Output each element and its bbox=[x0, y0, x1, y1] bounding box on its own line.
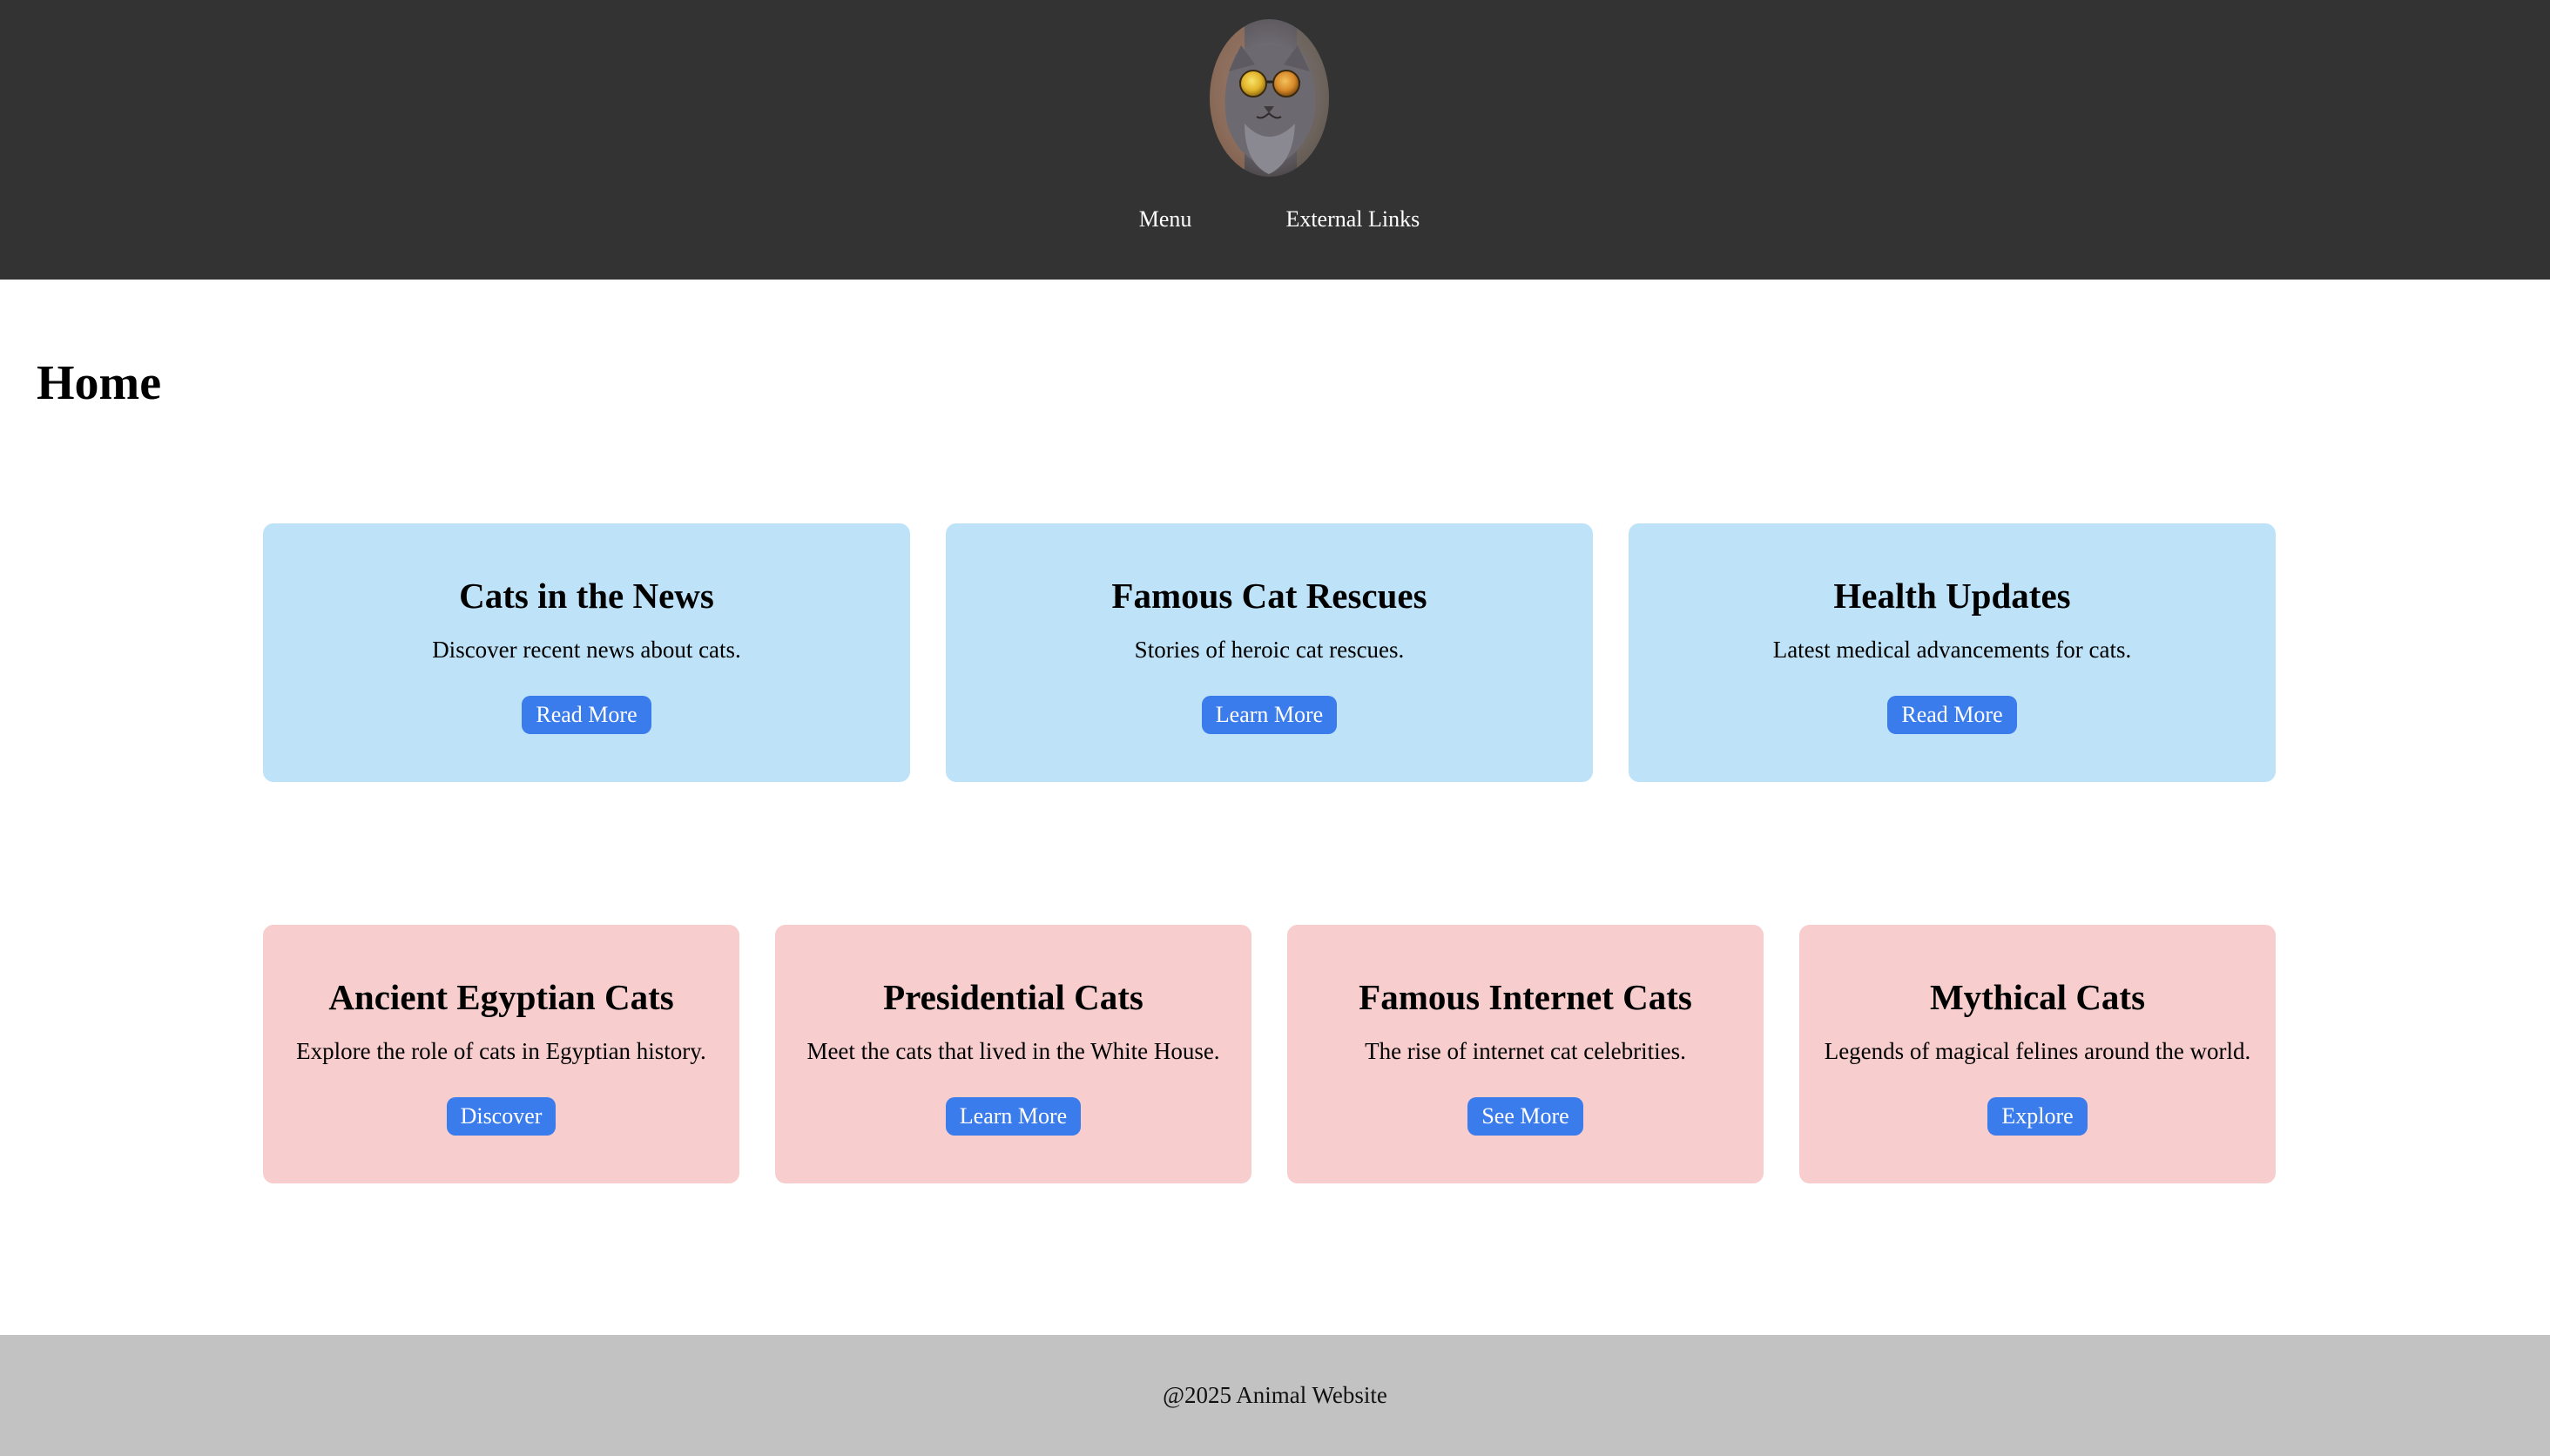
card-title: Famous Internet Cats bbox=[1359, 977, 1692, 1017]
copyright-text: @2025 Animal Website bbox=[1163, 1382, 1387, 1408]
cat-logo-image[interactable] bbox=[1210, 19, 1329, 177]
card-famous-internet-cats: Famous Internet Cats The rise of interne… bbox=[1287, 925, 1764, 1183]
featured-cards: Cats in the News Discover recent news ab… bbox=[263, 523, 2277, 782]
card-description: Explore the role of cats in Egyptian his… bbox=[296, 1038, 706, 1064]
card-ancient-egyptian-cats: Ancient Egyptian Cats Explore the role o… bbox=[263, 925, 739, 1183]
nav-link-menu[interactable]: Menu bbox=[1139, 199, 1192, 240]
card-title: Famous Cat Rescues bbox=[1111, 576, 1427, 616]
card-title: Health Updates bbox=[1833, 576, 2071, 616]
card-presidential-cats: Presidential Cats Meet the cats that liv… bbox=[775, 925, 1251, 1183]
card-title: Ancient Egyptian Cats bbox=[328, 977, 674, 1017]
card-description: Discover recent news about cats. bbox=[432, 637, 741, 663]
card-mythical-cats: Mythical Cats Legends of magical felines… bbox=[1799, 925, 2276, 1183]
card-famous-cat-rescues: Famous Cat Rescues Stories of heroic cat… bbox=[946, 523, 1593, 782]
page: Menu External Links Home Cats in the New… bbox=[0, 0, 2550, 1456]
cat-logo-icon bbox=[1210, 19, 1329, 177]
card-title: Presidential Cats bbox=[883, 977, 1143, 1017]
learn-more-button[interactable]: Learn More bbox=[1201, 696, 1338, 734]
topic-cards: Ancient Egyptian Cats Explore the role o… bbox=[263, 925, 2277, 1183]
discover-button[interactable]: Discover bbox=[446, 1097, 557, 1136]
card-description: The rise of internet cat celebrities. bbox=[1365, 1038, 1686, 1064]
card-description: Meet the cats that lived in the White Ho… bbox=[806, 1038, 1220, 1064]
main-nav: Menu External Links bbox=[0, 199, 2550, 240]
card-description: Stories of heroic cat rescues. bbox=[1134, 637, 1405, 663]
explore-button[interactable]: Explore bbox=[1987, 1097, 2088, 1136]
site-footer: @2025 Animal Website bbox=[0, 1335, 2550, 1456]
see-more-button[interactable]: See More bbox=[1467, 1097, 1583, 1136]
card-cats-in-the-news: Cats in the News Discover recent news ab… bbox=[263, 523, 910, 782]
card-description: Latest medical advancements for cats. bbox=[1772, 637, 2132, 663]
nav-link-external-links[interactable]: External Links bbox=[1285, 199, 1420, 240]
page-title: Home bbox=[37, 356, 162, 410]
site-header: Menu External Links bbox=[0, 0, 2550, 280]
read-more-button[interactable]: Read More bbox=[1887, 696, 2017, 734]
card-title: Cats in the News bbox=[459, 576, 714, 616]
card-title: Mythical Cats bbox=[1929, 977, 2146, 1017]
learn-more-button[interactable]: Learn More bbox=[945, 1097, 1082, 1136]
card-description: Legends of magical felines around the wo… bbox=[1824, 1038, 2251, 1064]
card-health-updates: Health Updates Latest medical advancemen… bbox=[1629, 523, 2276, 782]
read-more-button[interactable]: Read More bbox=[522, 696, 651, 734]
